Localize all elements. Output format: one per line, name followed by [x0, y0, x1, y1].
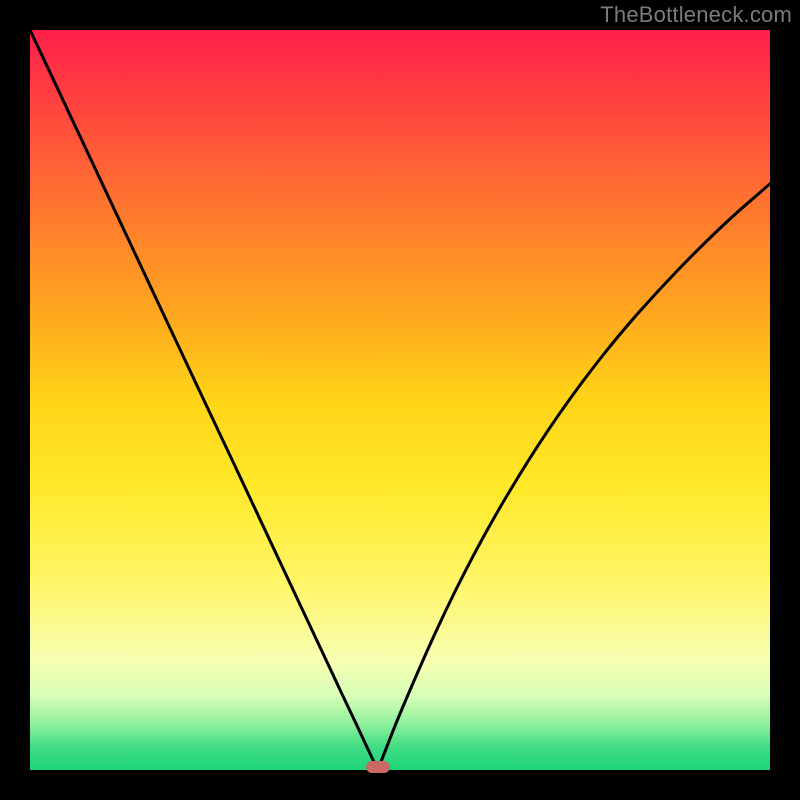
- curve-path: [30, 30, 770, 766]
- plot-area: [30, 30, 770, 770]
- chart-frame: TheBottleneck.com: [0, 0, 800, 800]
- min-marker: [366, 761, 390, 773]
- bottleneck-curve: [30, 30, 770, 770]
- watermark-text: TheBottleneck.com: [600, 2, 792, 28]
